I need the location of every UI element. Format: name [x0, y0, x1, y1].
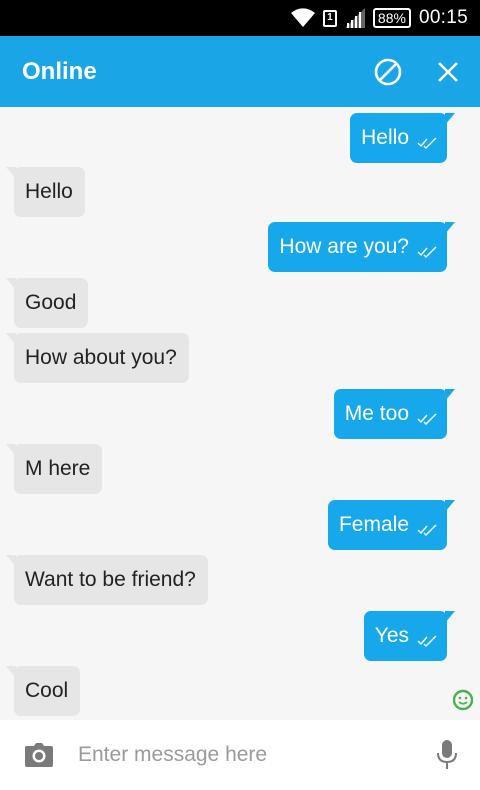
- outgoing-message[interactable]: Female: [327, 500, 456, 550]
- block-icon: [374, 58, 402, 85]
- sim-icon: 1: [322, 9, 337, 27]
- camera-button[interactable]: [14, 730, 64, 780]
- message-text: How are you?: [279, 235, 409, 258]
- status-bar: 1 88% 00:15: [0, 0, 480, 36]
- battery-icon: 88%: [372, 8, 411, 28]
- signal-icon: [344, 8, 365, 28]
- message-text: Yes: [374, 624, 409, 647]
- incoming-message[interactable]: Cool: [5, 666, 81, 716]
- message-text: Cool: [25, 679, 69, 702]
- message-composer: [0, 720, 480, 790]
- camera-icon: [25, 743, 53, 767]
- double-check-icon: [417, 413, 437, 425]
- microphone-icon: [437, 740, 457, 769]
- microphone-button[interactable]: [422, 730, 472, 780]
- incoming-message[interactable]: Hello: [6, 167, 85, 217]
- incoming-message[interactable]: How about you?: [6, 333, 189, 383]
- double-check-icon: [417, 137, 437, 149]
- online-indicator-icon: [452, 689, 474, 716]
- message-text: Hello: [361, 126, 409, 149]
- block-button[interactable]: [360, 44, 416, 100]
- message-text: How about you?: [25, 346, 177, 369]
- double-check-icon: [417, 524, 437, 536]
- close-icon: [438, 61, 458, 82]
- wifi-icon: [290, 8, 315, 28]
- close-button[interactable]: [420, 44, 476, 100]
- incoming-message[interactable]: M here: [5, 444, 103, 494]
- page-title: Online: [22, 57, 97, 85]
- incoming-message[interactable]: Good: [5, 278, 89, 328]
- outgoing-message[interactable]: Me too: [333, 389, 456, 439]
- outgoing-message[interactable]: Yes: [363, 611, 456, 661]
- incoming-message[interactable]: Want to be friend?: [6, 555, 208, 605]
- message-text: Hello: [25, 180, 73, 203]
- message-text: Want to be friend?: [25, 568, 196, 591]
- double-check-icon: [417, 246, 437, 258]
- message-text: M here: [25, 457, 91, 480]
- outgoing-message[interactable]: Hello: [350, 113, 455, 163]
- outgoing-message[interactable]: How are you?: [268, 222, 455, 272]
- message-text: Good: [25, 291, 77, 314]
- double-check-icon: [417, 635, 437, 647]
- message-input[interactable]: [64, 730, 422, 780]
- message-text: Me too: [344, 402, 409, 425]
- clock: 00:15: [418, 7, 468, 28]
- message-text: Female: [338, 513, 409, 536]
- message-list[interactable]: Hello Hello How are you? Good How about …: [0, 107, 480, 720]
- app-header: Online: [0, 36, 480, 107]
